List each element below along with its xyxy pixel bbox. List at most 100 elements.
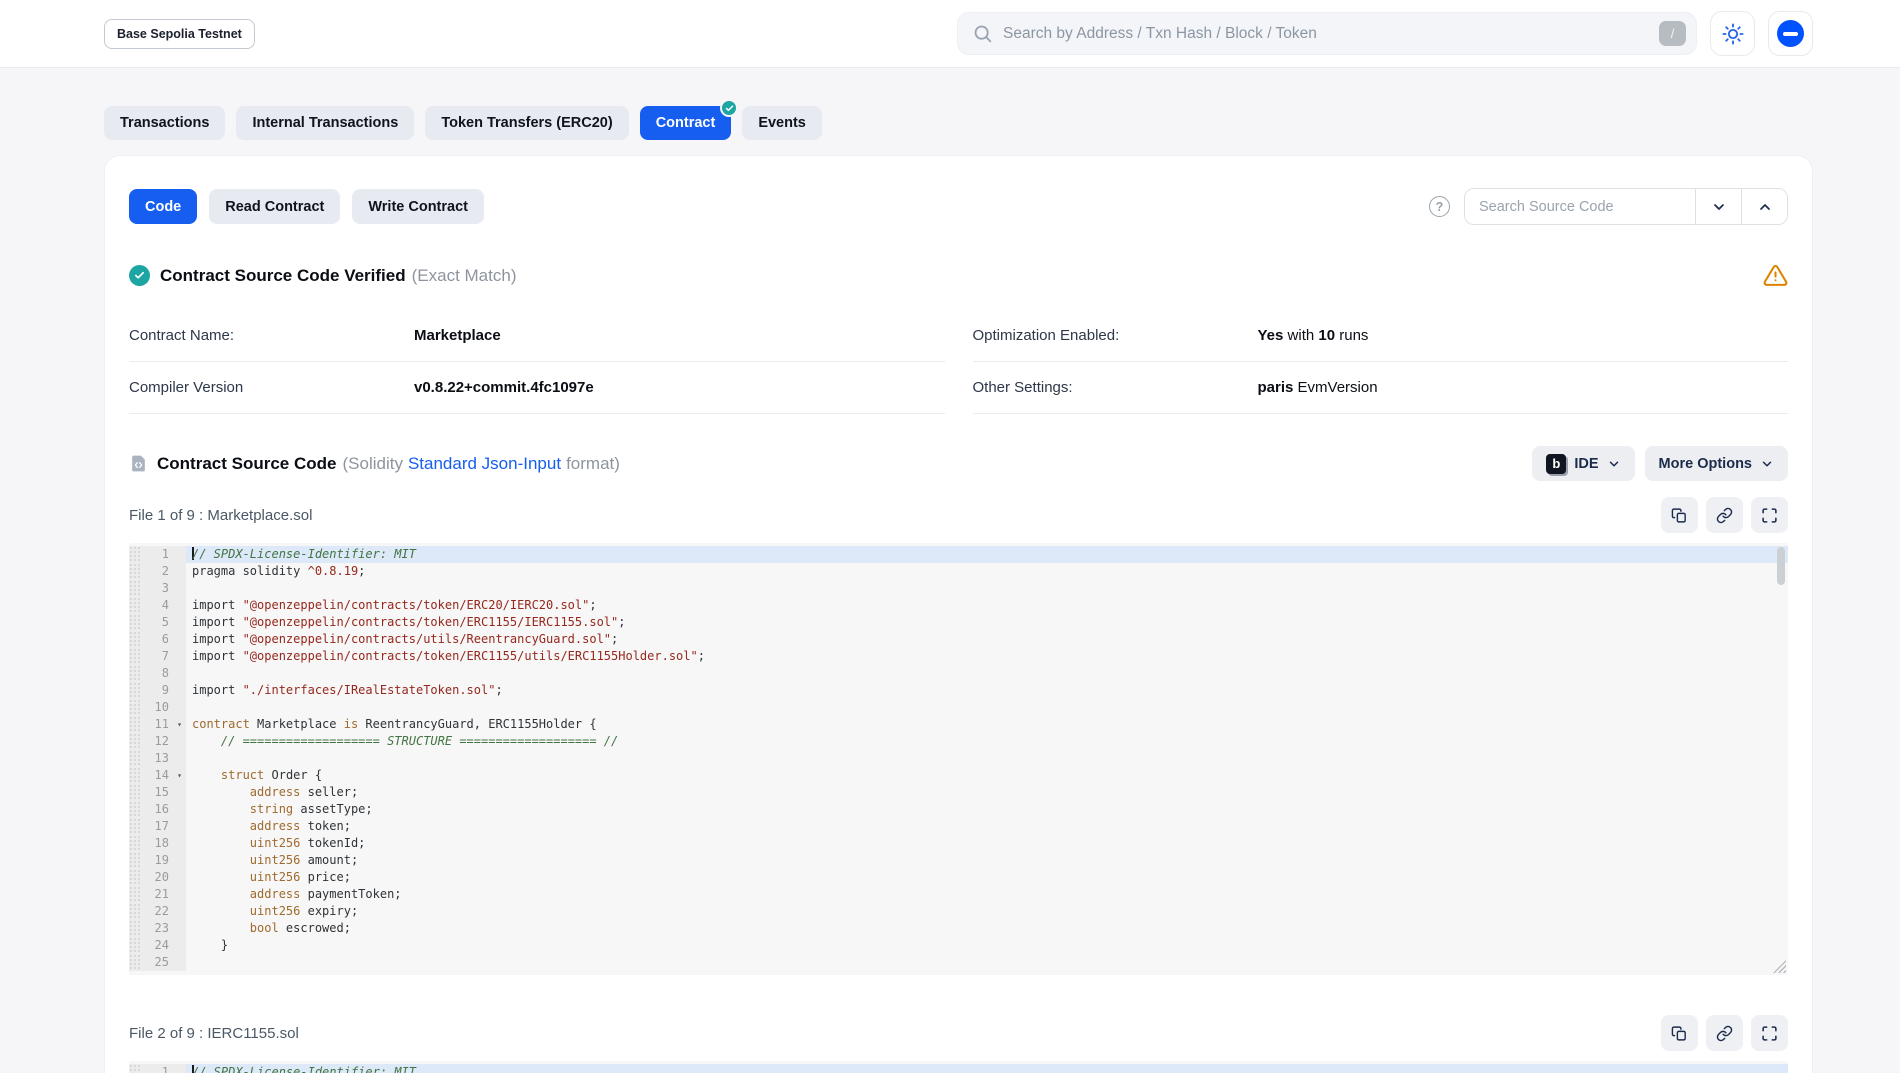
subtab-read-contract[interactable]: Read Contract — [209, 189, 340, 224]
file-label: File 1 of 9 : Marketplace.sol — [129, 507, 312, 524]
code-text: } — [186, 937, 1788, 954]
line-number: 2 — [142, 563, 173, 580]
verification-title: Contract Source Code Verified — [160, 266, 406, 286]
copy-button[interactable] — [1661, 1015, 1698, 1051]
tab-events[interactable]: Events — [742, 106, 822, 140]
fold-spacer — [173, 648, 186, 665]
code-text — [186, 750, 1788, 767]
fold-arrow-icon[interactable]: ▾ — [173, 716, 186, 733]
line-number: 23 — [142, 920, 173, 937]
open-in-ide-button[interactable]: b IDE — [1532, 446, 1634, 481]
line-number: 7 — [142, 648, 173, 665]
copy-icon — [1671, 507, 1688, 524]
code-line: 2pragma solidity ^0.8.19; — [129, 563, 1788, 580]
fold-spacer — [173, 869, 186, 886]
gutter-margin — [129, 954, 142, 971]
tab-internal-transactions[interactable]: Internal Transactions — [236, 106, 414, 140]
line-number: 1 — [142, 1064, 173, 1073]
fold-spacer — [173, 580, 186, 597]
code-editor[interactable]: 1 // SPDX-License-Identifier: MIT2pragma … — [129, 543, 1788, 975]
line-number: 10 — [142, 699, 173, 716]
subtab-write-contract[interactable]: Write Contract — [352, 189, 484, 224]
file-label: File 2 of 9 : IERC1155.sol — [129, 1025, 299, 1042]
file-code-icon — [129, 454, 148, 473]
expand-button[interactable] — [1751, 1015, 1788, 1051]
more-options-button[interactable]: More Options — [1645, 446, 1788, 481]
editor-scrollbar[interactable] — [1777, 547, 1785, 585]
search-next-button[interactable] — [1695, 189, 1741, 224]
code-text: address token; — [186, 818, 1788, 835]
permalink-button[interactable] — [1706, 497, 1743, 533]
global-search[interactable]: / — [957, 12, 1697, 55]
top-header: Base Sepolia Testnet / — [0, 0, 1900, 68]
code-line: 15 address seller; — [129, 784, 1788, 801]
json-input-link[interactable]: Standard Json-Input — [408, 454, 561, 474]
code-text: // SPDX-License-Identifier: MIT — [186, 546, 1788, 563]
base-network-logo-button[interactable] — [1768, 11, 1813, 56]
base-logo-icon — [1777, 20, 1804, 47]
contract-name-row: Contract Name: Marketplace — [129, 310, 945, 362]
line-number: 19 — [142, 852, 173, 869]
warning-button[interactable] — [1763, 263, 1788, 288]
subtab-code[interactable]: Code — [129, 189, 197, 224]
code-text — [186, 580, 1788, 597]
tab-transactions[interactable]: Transactions — [104, 106, 225, 140]
code-line: 21 address paymentToken; — [129, 886, 1788, 903]
search-prev-button[interactable] — [1741, 189, 1787, 224]
code-text: address paymentToken; — [186, 886, 1788, 903]
fold-spacer — [173, 597, 186, 614]
expand-button[interactable] — [1751, 497, 1788, 533]
chevron-down-icon — [1760, 457, 1774, 471]
help-icon[interactable]: ? — [1429, 196, 1450, 217]
gutter-margin — [129, 835, 142, 852]
network-badge[interactable]: Base Sepolia Testnet — [104, 19, 255, 49]
line-number: 4 — [142, 597, 173, 614]
gutter-margin — [129, 546, 142, 563]
code-text: import "@openzeppelin/contracts/token/ER… — [186, 614, 1788, 631]
gutter-margin — [129, 699, 142, 716]
code-text: import "@openzeppelin/contracts/token/ER… — [186, 648, 1788, 665]
sun-icon — [1722, 23, 1744, 45]
source-search-input[interactable] — [1465, 189, 1695, 224]
code-line: 6import "@openzeppelin/contracts/utils/R… — [129, 631, 1788, 648]
line-number: 8 — [142, 665, 173, 682]
line-number: 21 — [142, 886, 173, 903]
search-input[interactable] — [1003, 25, 1659, 43]
fold-spacer — [173, 954, 186, 971]
code-line: 23 bool escrowed; — [129, 920, 1788, 937]
code-line: 13 — [129, 750, 1788, 767]
gutter-margin — [129, 631, 142, 648]
permalink-button[interactable] — [1706, 1015, 1743, 1051]
file-header-row: File 1 of 9 : Marketplace.sol — [129, 497, 1788, 533]
code-text — [186, 954, 1788, 971]
fold-arrow-icon[interactable]: ▾ — [173, 767, 186, 784]
code-line: 3 — [129, 580, 1788, 597]
line-number: 13 — [142, 750, 173, 767]
gutter-margin — [129, 852, 142, 869]
chevron-up-icon — [1757, 199, 1773, 215]
code-text — [186, 699, 1788, 716]
other-settings-row: Other Settings: paris EvmVersion — [973, 362, 1789, 414]
code-line: 8 — [129, 665, 1788, 682]
line-number: 5 — [142, 614, 173, 631]
gutter-margin — [129, 1064, 142, 1073]
line-number: 25 — [142, 954, 173, 971]
fold-spacer — [173, 835, 186, 852]
fullscreen-icon — [1761, 1025, 1778, 1042]
tab-token-transfers[interactable]: Token Transfers (ERC20) — [425, 106, 628, 140]
line-number: 1 — [142, 546, 173, 563]
other-settings-value: paris EvmVersion — [1258, 379, 1378, 396]
tab-contract[interactable]: Contract — [640, 106, 732, 140]
theme-toggle-button[interactable] — [1710, 11, 1755, 56]
copy-icon — [1671, 1025, 1688, 1042]
source-code-title: Contract Source Code — [157, 454, 336, 474]
contract-subtabs-row: Code Read Contract Write Contract ? — [129, 188, 1788, 225]
line-number: 6 — [142, 631, 173, 648]
code-editor[interactable]: 1// SPDX-License-Identifier: MIT2// Open… — [129, 1061, 1788, 1073]
chevron-down-icon — [1711, 199, 1727, 215]
line-number: 17 — [142, 818, 173, 835]
copy-button[interactable] — [1661, 497, 1698, 533]
source-code-search — [1464, 188, 1788, 225]
code-text: struct Order { — [186, 767, 1788, 784]
format-suffix: format) — [566, 454, 620, 474]
